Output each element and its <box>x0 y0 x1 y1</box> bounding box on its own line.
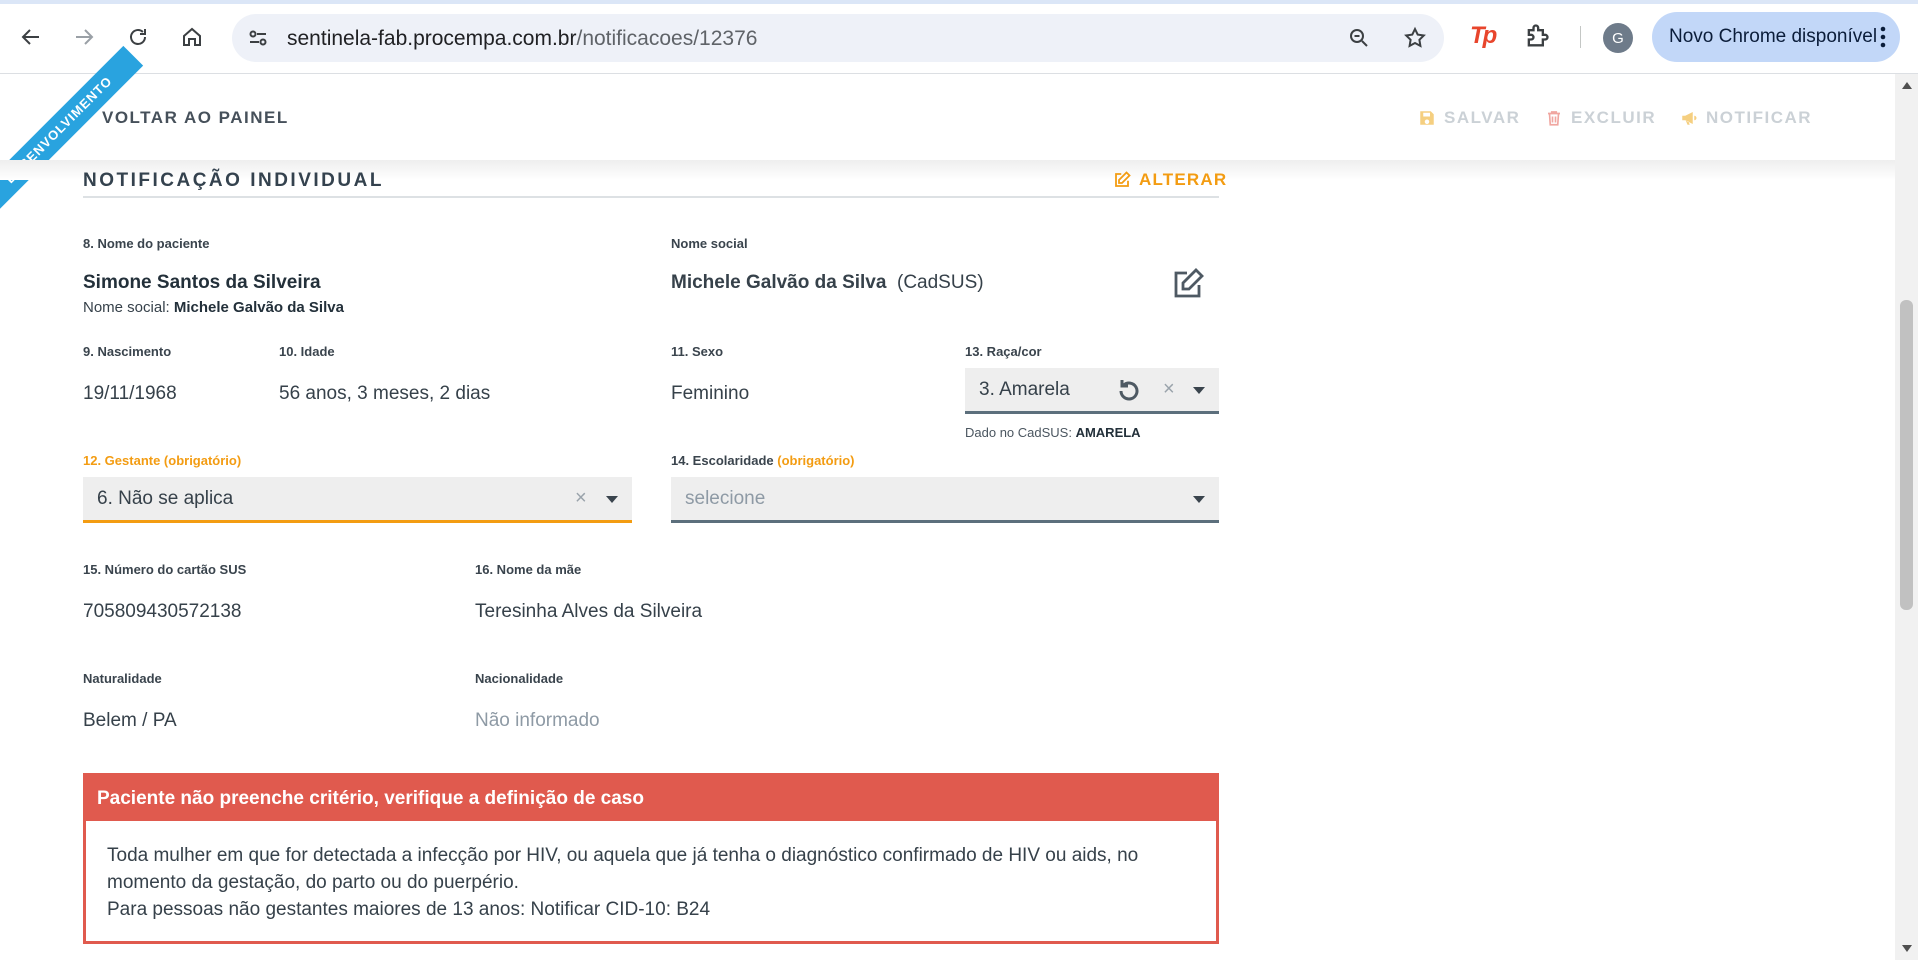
education-label-text: 14. Escolaridade <box>671 453 774 468</box>
alert-body: Toda mulher em que for detectada a infec… <box>107 842 1197 923</box>
age-label: 10. Idade <box>279 344 335 359</box>
url-path: /notificacoes/12376 <box>576 27 758 50</box>
patient-name: Simone Santos da Silveira <box>83 272 321 293</box>
chevron-down-icon[interactable] <box>606 496 618 503</box>
section-divider <box>83 196 1219 198</box>
birth-label: 9. Nascimento <box>83 344 172 359</box>
alert-definition-text: Toda mulher em que for detectada a infec… <box>107 845 1139 893</box>
home-icon[interactable] <box>175 20 209 54</box>
tab-strip-edge <box>0 0 1918 4</box>
race-cadsus-note: Dado no CadSUS: AMARELA <box>965 425 1141 440</box>
page-scrollbar[interactable] <box>1895 74 1918 960</box>
update-label: Novo Chrome disponível <box>1669 26 1878 47</box>
sex-label: 11. Sexo <box>671 344 724 359</box>
pregnant-label: 12. Gestante (obrigatório) <box>83 453 242 468</box>
nationality-value: Não informado <box>475 710 600 731</box>
birth-date: 19/11/1968 <box>83 383 177 404</box>
nationality-label: Nacionalidade <box>475 671 564 686</box>
birthplace-label: Naturalidade <box>83 671 162 686</box>
age-value: 56 anos, 3 meses, 2 dias <box>279 383 491 404</box>
mother-name: Teresinha Alves da Silveira <box>475 601 703 622</box>
scroll-up-arrow-icon[interactable] <box>1902 82 1912 89</box>
section-title: NOTIFICAÇÃO INDIVIDUAL <box>83 170 384 191</box>
address-bar[interactable]: sentinela-fab.procempa.com.br/notificaco… <box>232 14 1444 62</box>
edit-section-button[interactable]: ALTERAR <box>1113 170 1227 190</box>
edit-pencil-icon <box>1115 171 1131 187</box>
save-button[interactable]: SALVAR <box>1418 108 1520 128</box>
forward-arrow-icon[interactable] <box>67 20 101 54</box>
action-bar: VOLTAR AO PAINEL SALVAR EXCLUIR NOTIFICA… <box>0 74 1895 160</box>
clear-pregnant-icon[interactable]: × <box>575 487 587 510</box>
mother-name-label: 16. Nome da mãe <box>475 562 582 577</box>
sus-card-number: 705809430572138 <box>83 601 242 622</box>
social-inline-value: Michele Galvão da Silva <box>173 299 344 316</box>
edit-social-name-icon[interactable] <box>1172 268 1204 300</box>
url-host: sentinela-fab.procempa.com.br <box>287 27 577 50</box>
social-name-label: Nome social <box>671 236 748 251</box>
notify-button[interactable]: NOTIFICAR <box>1680 108 1812 128</box>
edit-section-label: ALTERAR <box>1139 170 1228 189</box>
toolbar-separator <box>1580 26 1581 48</box>
scroll-down-arrow-icon[interactable] <box>1902 945 1912 952</box>
sex-value: Feminino <box>671 383 750 404</box>
clear-race-icon[interactable]: × <box>1163 378 1175 401</box>
sus-card-label: 15. Número do cartão SUS <box>83 562 247 577</box>
patient-name-label: 8. Nome do paciente <box>83 236 210 251</box>
extension-tp-icon[interactable]: Tp <box>1470 22 1497 50</box>
chevron-down-icon[interactable] <box>1193 496 1205 503</box>
delete-label: EXCLUIR <box>1571 108 1657 127</box>
megaphone-icon <box>1682 112 1697 125</box>
extensions-puzzle-icon[interactable] <box>1523 22 1551 50</box>
race-selected-value: 3. Amarela <box>979 379 1070 400</box>
trash-icon <box>1548 111 1560 126</box>
social-name-field: Michele Galvão da Silva (CadSUS) <box>671 272 984 294</box>
chrome-update-button[interactable]: Novo Chrome disponível <box>1652 12 1900 62</box>
social-inline-prefix: Nome social: <box>83 299 170 316</box>
race-select[interactable]: 3. Amarela × <box>965 368 1219 414</box>
site-settings-icon[interactable] <box>246 26 270 50</box>
back-arrow-icon[interactable] <box>14 20 48 54</box>
education-required: (obrigatório) <box>777 453 855 468</box>
notification-page: VOLTAR AO PAINEL SALVAR EXCLUIR NOTIFICA… <box>0 45 1895 960</box>
race-cadsus-prefix: Dado no CadSUS: <box>965 425 1072 440</box>
reset-icon[interactable] <box>1115 377 1143 405</box>
back-to-dashboard-link[interactable]: VOLTAR AO PAINEL <box>102 108 289 128</box>
education-placeholder: selecione <box>685 488 766 509</box>
pregnant-select[interactable]: 6. Não se aplica × <box>83 477 632 523</box>
alert-title: Paciente não preenche critério, verifiqu… <box>86 776 1216 821</box>
floppy-disk-icon <box>1420 111 1434 125</box>
kebab-menu-icon[interactable] <box>1880 26 1886 48</box>
birthplace-value: Belem / PA <box>83 710 177 731</box>
criteria-alert: Paciente não preenche critério, verifiqu… <box>83 773 1219 944</box>
delete-button[interactable]: EXCLUIR <box>1545 108 1656 128</box>
education-select[interactable]: selecione <box>671 477 1219 523</box>
chevron-down-icon[interactable] <box>1193 387 1205 394</box>
browser-toolbar: sentinela-fab.procempa.com.br/notificaco… <box>0 0 1918 74</box>
social-name: Michele Galvão da Silva <box>671 272 887 293</box>
scroll-thumb[interactable] <box>1900 300 1913 610</box>
pregnant-selected-value: 6. Não se aplica <box>97 488 234 509</box>
patient-social-inline: Nome social: Michele Galvão da Silva <box>83 299 344 316</box>
bookmark-star-icon[interactable] <box>1403 26 1427 50</box>
url-text[interactable]: sentinela-fab.procempa.com.br/notificaco… <box>287 27 757 51</box>
social-name-source: (CadSUS) <box>897 272 984 293</box>
alert-non-pregnant-text: Para pessoas não gestantes maiores de 13… <box>107 899 711 920</box>
profile-avatar[interactable]: G <box>1603 23 1633 53</box>
zoom-icon[interactable] <box>1347 26 1371 50</box>
save-label: SALVAR <box>1444 108 1521 127</box>
race-label: 13. Raça/cor <box>965 344 1042 359</box>
notify-label: NOTIFICAR <box>1706 108 1813 127</box>
education-label: 14. Escolaridade (obrigatório) <box>671 453 855 468</box>
race-cadsus-value: AMARELA <box>1075 425 1141 440</box>
